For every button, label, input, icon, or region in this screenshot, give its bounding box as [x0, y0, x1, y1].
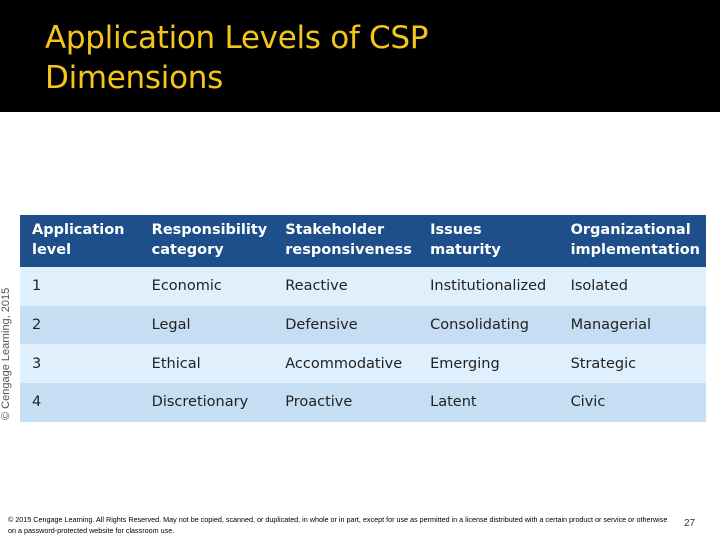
side-credit: © Cengage Learning, 2015 [0, 287, 12, 420]
table-header-row: Application level Responsibility categor… [20, 215, 706, 267]
cell-application-level: 2 [20, 305, 140, 345]
page-number: 27 [684, 518, 696, 529]
column-header-stakeholder-responsiveness: Stakeholder responsiveness [273, 215, 419, 267]
slide-title-line-2: Dimensions [45, 60, 223, 96]
cell-issues-maturity: Institutionalized [418, 267, 559, 306]
table-row: 4 Discretionary Proactive Latent Civic [20, 383, 706, 422]
cell-application-level: 3 [20, 344, 140, 384]
cell-organizational-implementation: Isolated [558, 267, 706, 306]
cell-issues-maturity: Emerging [418, 344, 559, 384]
cell-stakeholder-responsiveness: Proactive [273, 383, 419, 422]
column-header-organizational-implementation: Organizational implementation [558, 215, 706, 267]
cell-organizational-implementation: Managerial [558, 305, 706, 345]
cell-organizational-implementation: Strategic [558, 344, 706, 384]
cell-stakeholder-responsiveness: Accommodative [273, 344, 419, 384]
cell-issues-maturity: Latent [418, 383, 559, 422]
cell-application-level: 4 [20, 383, 140, 422]
cell-stakeholder-responsiveness: Defensive [273, 305, 419, 345]
cell-responsibility-category: Ethical [139, 344, 274, 384]
table-row: 3 Ethical Accommodative Emerging Strateg… [20, 344, 706, 384]
table-row: 2 Legal Defensive Consolidating Manageri… [20, 305, 706, 345]
cell-application-level: 1 [20, 267, 140, 306]
copyright-notice: © 2015 Cengage Learning. All Rights Rese… [8, 515, 668, 535]
cell-organizational-implementation: Civic [558, 383, 706, 422]
cell-responsibility-category: Economic [139, 267, 274, 306]
column-header-application-level: Application level [20, 215, 140, 267]
cell-responsibility-category: Discretionary [139, 383, 274, 422]
cell-stakeholder-responsiveness: Reactive [273, 267, 419, 306]
cell-issues-maturity: Consolidating [418, 305, 559, 345]
title-band: Application Levels of CSP Dimensions [0, 0, 720, 112]
slide-title-line-1: Application Levels of CSP [45, 20, 429, 56]
cell-responsibility-category: Legal [139, 305, 274, 345]
column-header-responsibility-category: Responsibility category [139, 215, 274, 267]
column-header-issues-maturity: Issues maturity [418, 215, 559, 267]
table-row: 1 Economic Reactive Institutionalized Is… [20, 267, 706, 306]
csp-dimensions-table: Application level Responsibility categor… [20, 215, 706, 422]
slide-title: Application Levels of CSP Dimensions [45, 18, 428, 98]
